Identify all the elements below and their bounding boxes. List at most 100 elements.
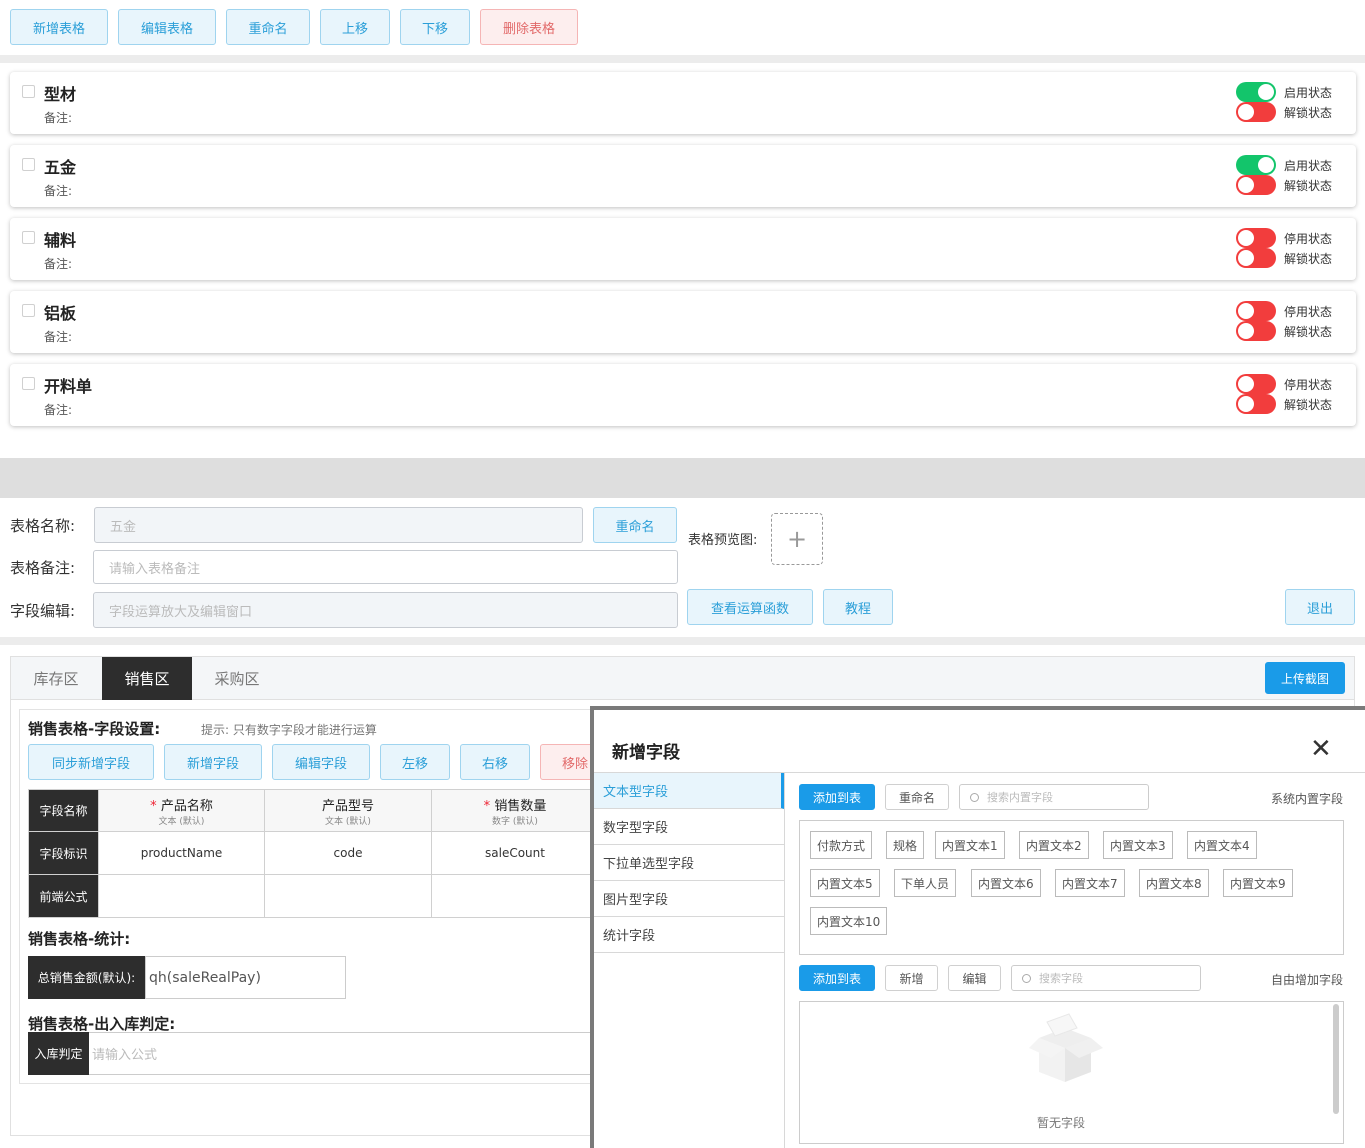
move-down-button[interactable]: 下移	[400, 9, 470, 45]
table-checkbox[interactable]	[22, 304, 35, 317]
move-right-button[interactable]: 右移	[460, 744, 530, 780]
field-formula[interactable]	[431, 874, 599, 918]
enable-state-label: 停用状态	[1284, 304, 1333, 319]
edit-field-button[interactable]: 编辑字段	[272, 744, 370, 780]
exit-button[interactable]: 退出	[1285, 589, 1355, 625]
table-toolbar: 新增表格 编辑表格 重命名 上移 下移 删除表格	[10, 9, 578, 45]
sync-add-field-button[interactable]: 同步新增字段	[28, 744, 154, 780]
upload-screenshot-button[interactable]: 上传截图	[1265, 662, 1345, 694]
enable-switch[interactable]	[1236, 155, 1276, 175]
stats-formula[interactable]: qh(saleRealPay)	[145, 956, 346, 999]
menu-dropdown-field[interactable]: 下拉单选型字段	[594, 845, 784, 881]
move-up-button[interactable]: 上移	[320, 9, 390, 45]
lock-switch[interactable]	[1236, 102, 1276, 122]
move-left-button[interactable]: 左移	[380, 744, 450, 780]
table-toggles: 启用状态 解锁状态	[1236, 155, 1332, 195]
enable-state-label: 停用状态	[1284, 231, 1333, 246]
builtin-chip[interactable]: 内置文本9	[1223, 869, 1293, 897]
tab-purchase[interactable]: 采购区	[192, 657, 282, 700]
table-card[interactable]: 五金 备注: 启用状态 解锁状态	[10, 145, 1356, 207]
add-builtin-to-table-button[interactable]: 添加到表	[799, 784, 875, 810]
builtin-chip[interactable]: 内置文本7	[1055, 869, 1125, 897]
tab-inventory[interactable]: 库存区	[11, 657, 101, 700]
lock-switch[interactable]	[1236, 321, 1276, 341]
builtin-chip[interactable]: 内置文本2	[1019, 831, 1089, 859]
builtin-chip[interactable]: 内置文本4	[1187, 831, 1257, 859]
builtin-chip[interactable]: 内置文本5	[810, 869, 880, 897]
table-card[interactable]: 型材 备注: 启用状态 解锁状态	[10, 72, 1356, 134]
close-icon[interactable]: ✕	[1310, 736, 1332, 762]
plus-icon: +	[786, 525, 808, 553]
lock-switch[interactable]	[1236, 394, 1276, 414]
table-card[interactable]: 辅料 备注: 停用状态 解锁状态	[10, 218, 1356, 280]
enable-state-label: 停用状态	[1284, 377, 1333, 392]
field-edit-input[interactable]: 字段运算放大及编辑窗口	[93, 592, 678, 628]
table-checkbox[interactable]	[22, 377, 35, 390]
enable-state-label: 启用状态	[1284, 85, 1333, 100]
sales-settings: 销售表格-字段设置: 提示: 只有数字字段才能进行运算 同步新增字段 新增字段 …	[19, 709, 619, 1084]
tab-sales[interactable]: 销售区	[102, 657, 192, 700]
field-column[interactable]: * 销售数量 数字 (默认)	[431, 789, 599, 832]
table-remark: 备注:	[44, 111, 73, 125]
builtin-chip[interactable]: 内置文本3	[1103, 831, 1173, 859]
menu-number-field[interactable]: 数字型字段	[594, 809, 784, 845]
enable-switch[interactable]	[1236, 374, 1276, 394]
table-card[interactable]: 开料单 备注: 停用状态 解锁状态	[10, 364, 1356, 426]
lock-switch[interactable]	[1236, 248, 1276, 268]
field-column[interactable]: 产品型号 文本 (默认)	[264, 789, 432, 832]
field-formula[interactable]	[264, 874, 432, 918]
builtin-chip[interactable]: 下单人员	[894, 869, 957, 897]
search-icon	[1022, 973, 1031, 983]
builtin-chip[interactable]: 内置文本6	[971, 869, 1041, 897]
edit-table-button[interactable]: 编辑表格	[118, 9, 216, 45]
lock-state-label: 解锁状态	[1284, 324, 1333, 339]
custom-search[interactable]: 搜索字段	[1011, 965, 1201, 991]
io-formula-input[interactable]: 请输入公式	[89, 1032, 619, 1075]
lock-switch[interactable]	[1236, 175, 1276, 195]
builtin-search[interactable]: 搜索内置字段	[959, 784, 1149, 810]
enable-switch[interactable]	[1236, 301, 1276, 321]
field-key[interactable]: saleCount	[431, 831, 599, 875]
table-remark-input[interactable]: 请输入表格备注	[93, 550, 678, 584]
table-card[interactable]: 铝板 备注: 停用状态 解锁状态	[10, 291, 1356, 353]
lock-state-label: 解锁状态	[1284, 397, 1333, 412]
scrollbar[interactable]	[1333, 1004, 1339, 1114]
edit-custom-field-button[interactable]: 编辑	[948, 965, 1001, 991]
builtin-chip[interactable]: 内置文本8	[1139, 869, 1209, 897]
builtin-chip[interactable]: 内置文本10	[810, 907, 888, 935]
add-field-button[interactable]: 新增字段	[164, 744, 262, 780]
custom-search-placeholder: 搜索字段	[1039, 972, 1083, 985]
field-formula[interactable]	[98, 874, 265, 918]
settings-title: 销售表格-字段设置:	[28, 720, 161, 738]
new-custom-field-button[interactable]: 新增	[885, 965, 938, 991]
enable-switch[interactable]	[1236, 228, 1276, 248]
table-checkbox[interactable]	[22, 85, 35, 98]
rename-builtin-button[interactable]: 重命名	[885, 784, 949, 810]
table-name: 辅料	[44, 231, 77, 250]
table-name: 五金	[44, 158, 77, 177]
add-table-button[interactable]: 新增表格	[10, 9, 108, 45]
field-key[interactable]: productName	[98, 831, 265, 875]
view-functions-button[interactable]: 查看运算函数	[687, 589, 813, 625]
builtin-chip[interactable]: 规格	[886, 831, 925, 859]
add-custom-to-table-button[interactable]: 添加到表	[799, 965, 875, 991]
menu-image-field[interactable]: 图片型字段	[594, 881, 784, 917]
field-key[interactable]: code	[264, 831, 432, 875]
menu-text-field[interactable]: 文本型字段	[594, 773, 784, 809]
enable-switch[interactable]	[1236, 82, 1276, 102]
table-name-input[interactable]: 五金	[94, 507, 583, 543]
menu-stats-field[interactable]: 统计字段	[594, 917, 784, 953]
divider	[0, 637, 1365, 645]
table-checkbox[interactable]	[22, 158, 35, 171]
tutorial-button[interactable]: 教程	[823, 589, 893, 625]
builtin-chip[interactable]: 内置文本1	[935, 831, 1005, 859]
preview-upload[interactable]: +	[771, 513, 823, 565]
builtin-chip[interactable]: 付款方式	[810, 831, 873, 859]
delete-table-button[interactable]: 删除表格	[480, 9, 578, 45]
rename-button[interactable]: 重命名	[593, 507, 677, 543]
table-checkbox[interactable]	[22, 231, 35, 244]
field-column[interactable]: * 产品名称 文本 (默认)	[98, 789, 265, 832]
builtin-search-placeholder: 搜索内置字段	[987, 791, 1053, 804]
rename-table-button[interactable]: 重命名	[226, 9, 310, 45]
enable-state-label: 启用状态	[1284, 158, 1333, 173]
